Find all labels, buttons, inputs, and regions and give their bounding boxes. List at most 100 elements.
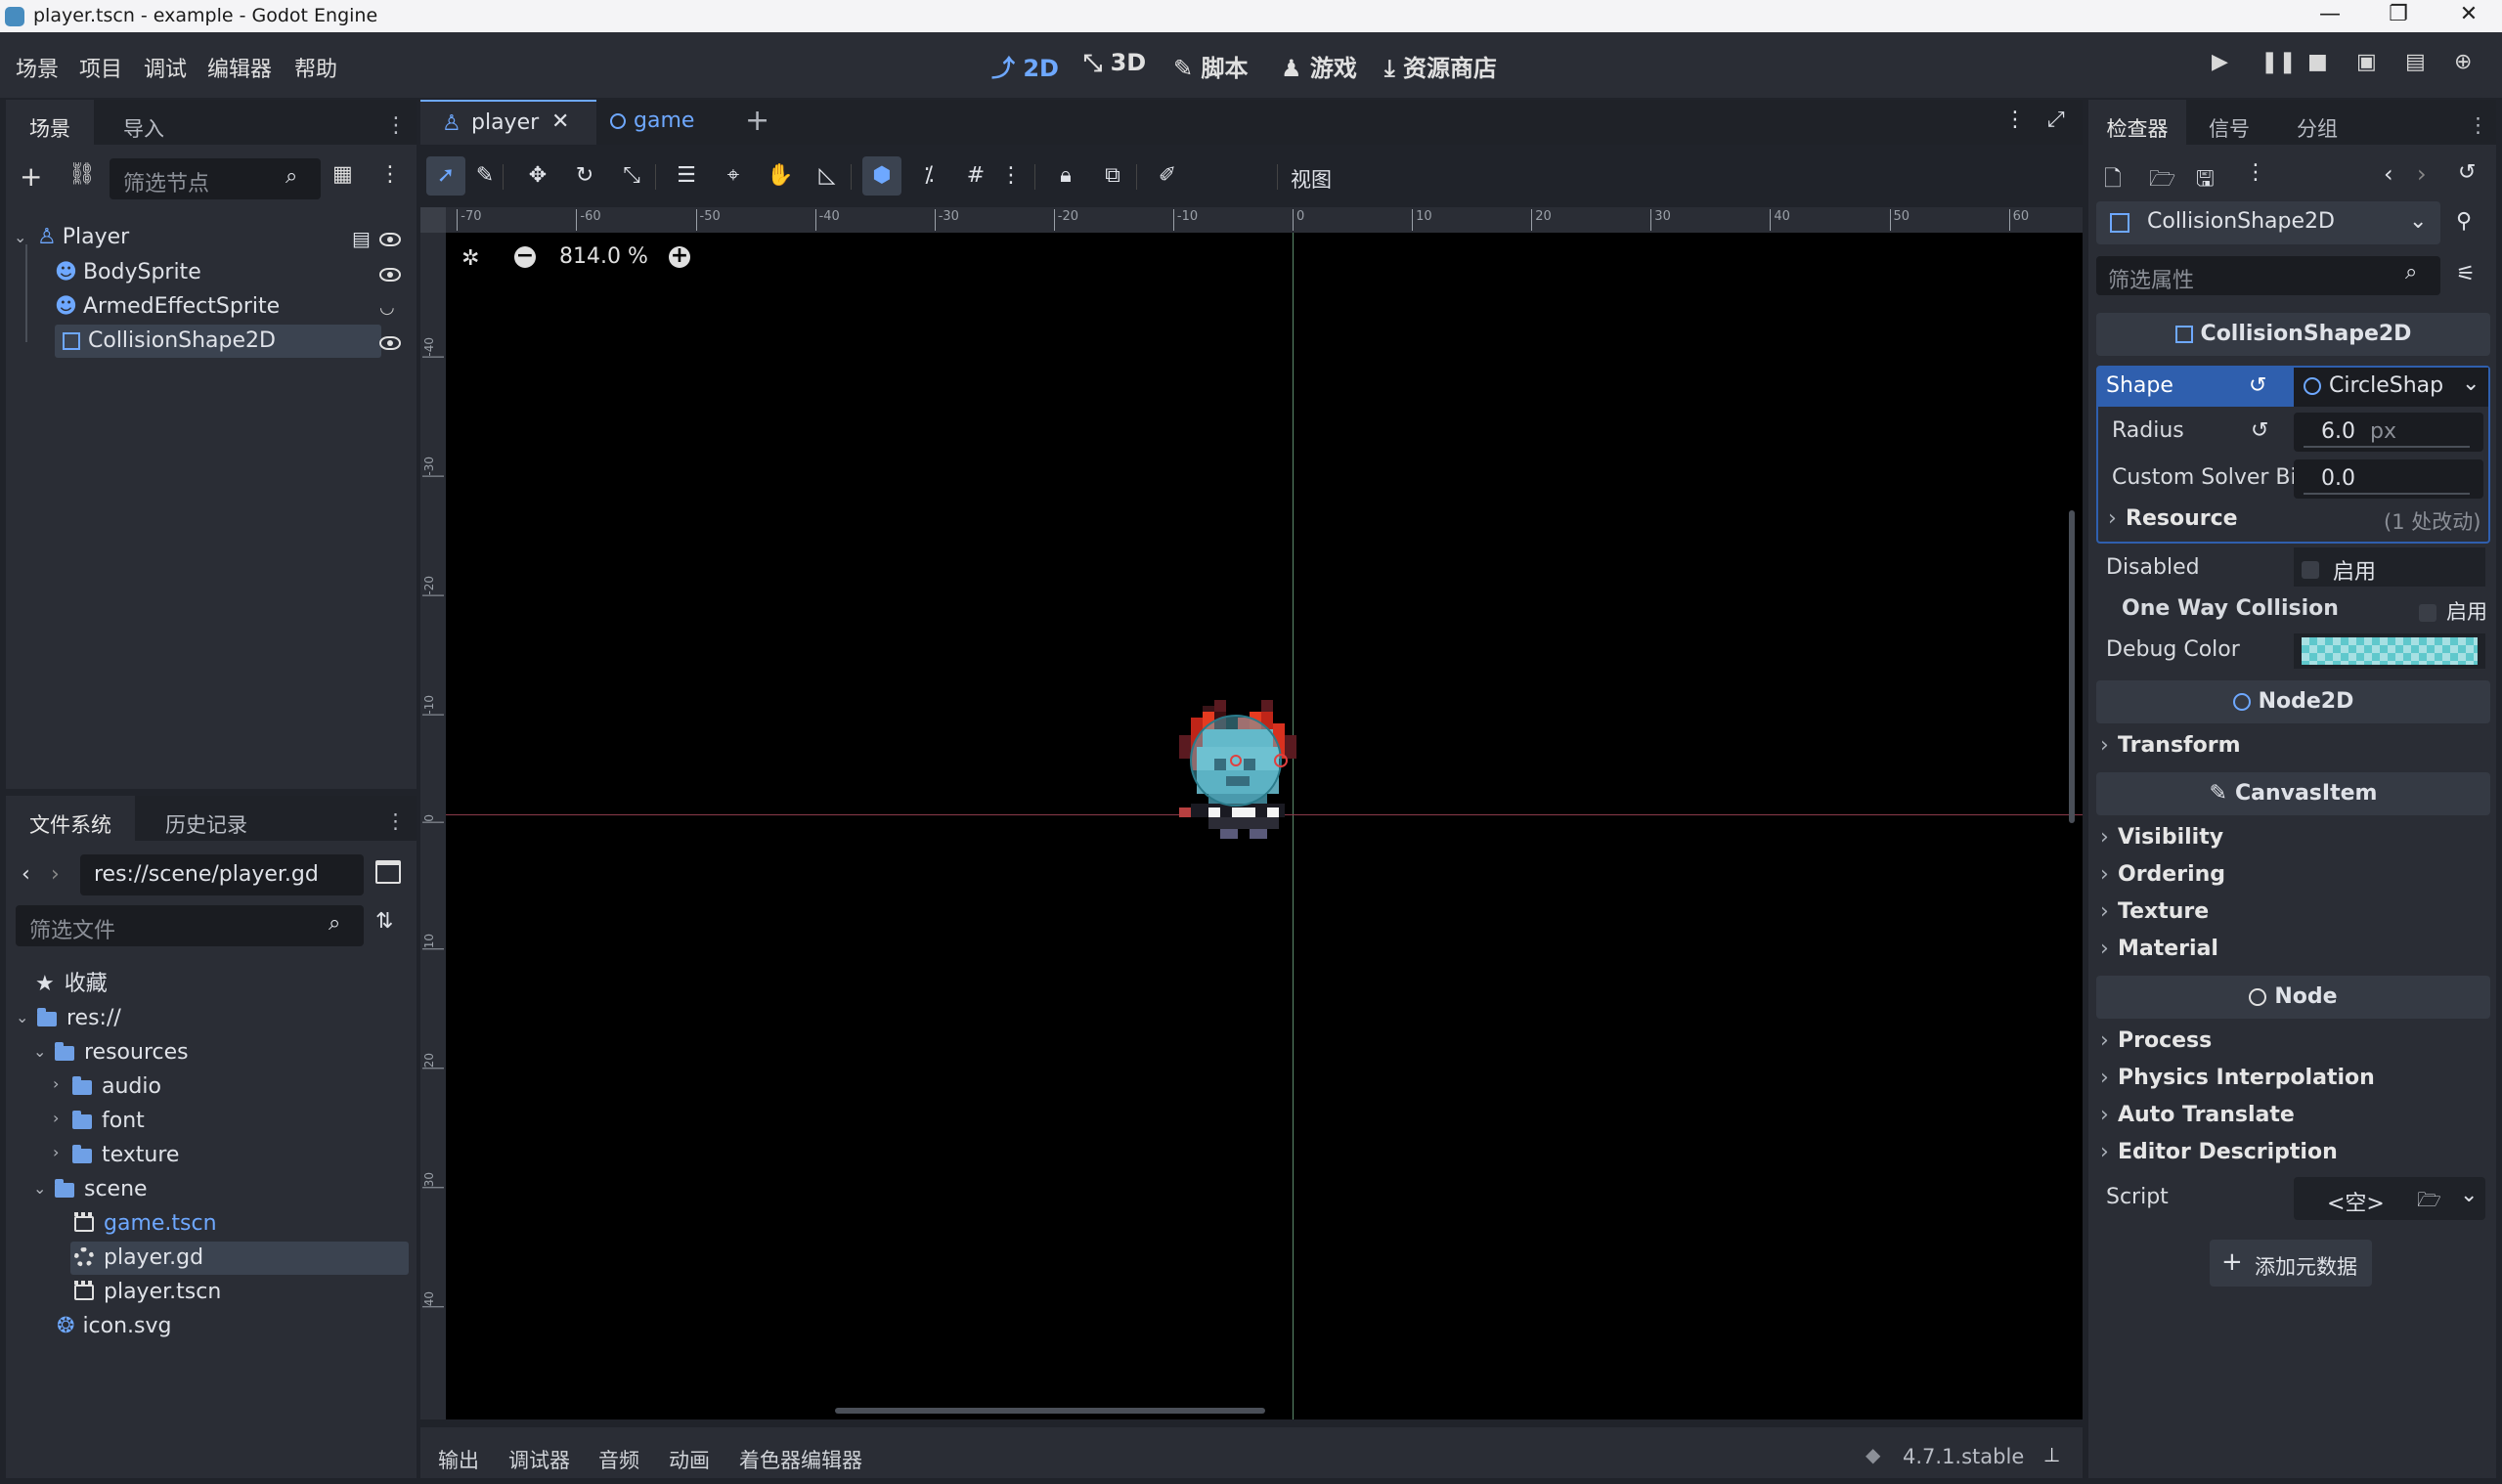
object-history-icon[interactable]: ↺ bbox=[2458, 160, 2476, 185]
chevron-down-icon[interactable]: ⌄ bbox=[33, 1181, 47, 1197]
bottom-tab-output[interactable]: 输出 bbox=[438, 1445, 479, 1474]
scale-tool-icon[interactable]: ⤡ bbox=[612, 156, 651, 196]
tab-scene[interactable]: 场景 bbox=[6, 100, 94, 145]
close-tab-icon[interactable]: ✕ bbox=[551, 109, 569, 134]
move-tool-icon[interactable]: ✥ bbox=[518, 156, 557, 196]
stop-icon[interactable]: ■ bbox=[2307, 50, 2328, 74]
chevron-right-icon[interactable]: › bbox=[53, 1145, 66, 1160]
add-node-icon[interactable]: + bbox=[20, 160, 42, 193]
bottom-tab-animation[interactable]: 动画 bbox=[669, 1445, 710, 1474]
open-folder-icon[interactable]: 🗁︎ bbox=[2149, 162, 2175, 199]
lock-icon[interactable]: 🔒︎ bbox=[1046, 156, 1085, 196]
grid-snap-icon[interactable]: # bbox=[956, 156, 995, 196]
new-resource-icon[interactable]: 🗋︎ bbox=[2104, 162, 2122, 199]
skeleton-bone-icon[interactable]: ✐ bbox=[1148, 156, 1187, 196]
fs-item-favorites[interactable]: ★ 收藏 bbox=[35, 968, 108, 1001]
smart-snap-icon[interactable]: ⬢ bbox=[862, 156, 901, 196]
visibility-eye-icon[interactable] bbox=[379, 268, 401, 282]
visibility-eye-icon[interactable] bbox=[379, 233, 401, 246]
file-filter-input[interactable]: 筛选文件 ⌕ bbox=[16, 905, 364, 946]
zoom-in-icon[interactable]: + bbox=[669, 245, 690, 268]
split-view-icon[interactable] bbox=[375, 860, 401, 884]
revert-icon[interactable]: ↺ bbox=[2251, 418, 2268, 443]
dock-menu-icon[interactable]: ⋮ bbox=[2468, 100, 2488, 145]
menu-project[interactable]: 项目 bbox=[79, 52, 122, 83]
tree-item-bodysprite[interactable]: ☻ BodySprite bbox=[55, 256, 407, 289]
tab-filesystem[interactable]: 文件系统 bbox=[6, 796, 135, 841]
vertical-scrollbar[interactable] bbox=[2069, 510, 2075, 823]
bottom-tab-audio[interactable]: 音频 bbox=[598, 1445, 639, 1474]
maximize-icon[interactable]: ❐ bbox=[2374, 2, 2423, 29]
pan-tool-icon[interactable]: ✋ bbox=[761, 156, 800, 196]
zoom-level[interactable]: 814.0 % bbox=[559, 244, 648, 269]
pause-icon[interactable]: ❚❚ bbox=[2261, 50, 2297, 74]
radius-field[interactable]: 6.0 px bbox=[2294, 413, 2483, 452]
save-icon[interactable]: 🖫︎ bbox=[2196, 162, 2215, 199]
bottom-tab-shader-editor[interactable]: 着色器编辑器 bbox=[739, 1445, 862, 1474]
close-window-icon[interactable]: ✕ bbox=[2444, 2, 2493, 29]
attach-script-icon[interactable]: ▦ bbox=[332, 162, 353, 187]
fs-item-resources[interactable]: resources bbox=[55, 1036, 189, 1069]
workspace-script[interactable]: ✎ 脚本 bbox=[1173, 49, 1248, 83]
chevron-right-icon[interactable]: › bbox=[53, 1076, 66, 1092]
back-icon[interactable]: ‹ bbox=[22, 862, 30, 887]
category-ordering[interactable]: Ordering bbox=[2100, 862, 2225, 887]
history-back-icon[interactable]: ‹ bbox=[2384, 160, 2393, 188]
history-forward-icon[interactable]: › bbox=[2417, 160, 2427, 188]
chevron-down-icon[interactable]: ⌄ bbox=[2460, 1183, 2478, 1207]
menu-debug[interactable]: 调试 bbox=[144, 52, 187, 83]
player-sprite[interactable] bbox=[1173, 696, 1427, 892]
rotate-tool-icon[interactable]: ↻ bbox=[565, 156, 604, 196]
node-docs-icon[interactable]: ⚲ bbox=[2456, 209, 2472, 234]
workspace-assetlib[interactable]: ⤓ 资源商店 bbox=[1384, 49, 1497, 83]
add-tab-icon[interactable]: + bbox=[745, 104, 769, 138]
center-view-icon[interactable]: ✲ bbox=[461, 246, 479, 271]
view-menu-button[interactable]: 视图 bbox=[1291, 164, 1332, 194]
chevron-down-icon[interactable]: ⌄ bbox=[33, 1044, 47, 1060]
filter-options-icon[interactable]: ⚟ bbox=[2456, 262, 2476, 286]
fs-item-texture[interactable]: texture bbox=[72, 1139, 179, 1172]
play-custom-icon[interactable]: ▤ bbox=[2405, 50, 2426, 74]
custom-solver-slider[interactable] bbox=[2304, 493, 2470, 495]
canvas-viewport[interactable]: -70 -60 -50 -40 -30 -20 -10 0 10 20 30 40 50 60 -40 -3… bbox=[420, 207, 2083, 1419]
chevron-right-icon[interactable]: › bbox=[53, 1111, 66, 1126]
zoom-out-icon[interactable]: − bbox=[514, 245, 536, 268]
ruler-tool-icon[interactable]: ◺ bbox=[808, 156, 847, 196]
paint-tool-icon[interactable]: ✎ bbox=[465, 156, 505, 196]
play-icon[interactable]: ▶ bbox=[2212, 50, 2228, 74]
hidden-eye-icon[interactable]: ◡ bbox=[379, 297, 395, 318]
bottom-tab-debugger[interactable]: 调试器 bbox=[508, 1445, 570, 1474]
debug-color-picker[interactable] bbox=[2294, 633, 2485, 669]
menu-help[interactable]: 帮助 bbox=[294, 52, 337, 83]
tree-item-collisionshape2d[interactable]: CollisionShape2D bbox=[55, 325, 381, 358]
tab-import[interactable]: 导入 bbox=[100, 100, 188, 145]
select-tool-icon[interactable]: ➚ bbox=[426, 156, 465, 196]
fs-item-font[interactable]: font bbox=[72, 1105, 145, 1138]
scene-filter-input[interactable]: 筛选节点 ⌕ bbox=[110, 158, 321, 199]
fs-item-player-tscn[interactable]: player.tscn bbox=[74, 1276, 221, 1309]
category-visibility[interactable]: Visibility bbox=[2100, 825, 2223, 850]
movie-maker-icon[interactable]: ⊕ bbox=[2454, 50, 2472, 74]
pivot-tool-icon[interactable]: ⌖ bbox=[714, 156, 753, 196]
category-physics-interpolation[interactable]: Physics Interpolation bbox=[2100, 1066, 2375, 1090]
pin-icon[interactable]: ⊥ bbox=[2043, 1443, 2060, 1466]
snap-options-icon[interactable]: ⁒ bbox=[909, 156, 948, 196]
shape-resource-picker[interactable]: CircleShap ⌄ bbox=[2294, 368, 2488, 407]
node-selector-dropdown[interactable]: CollisionShape2D ⌄ bbox=[2096, 201, 2440, 244]
distraction-free-icon[interactable]: ⤢ bbox=[2047, 108, 2065, 132]
script-attached-icon[interactable]: ▤ bbox=[352, 227, 371, 250]
category-texture[interactable]: Texture bbox=[2100, 899, 2209, 924]
script-picker[interactable]: <空> 🗁︎ ⌄ bbox=[2294, 1177, 2485, 1220]
dock-menu-icon[interactable]: ⋮ bbox=[385, 796, 406, 841]
tab-player[interactable]: ♙ player ✕ bbox=[420, 100, 596, 145]
one-way-checkbox[interactable]: 启用 bbox=[2415, 592, 2493, 626]
add-metadata-button[interactable]: + 添加元数据 bbox=[2210, 1240, 2372, 1287]
category-transform[interactable]: Transform bbox=[2100, 733, 2241, 758]
revert-icon[interactable]: ↺ bbox=[2249, 373, 2266, 398]
category-editor-description[interactable]: Editor Description bbox=[2100, 1140, 2338, 1164]
snap-menu-icon[interactable]: ⋮ bbox=[991, 156, 1031, 196]
shape-property-row[interactable]: Shape ↺ bbox=[2098, 368, 2294, 407]
workspace-game[interactable]: ♟ 游戏 bbox=[1281, 49, 1357, 83]
tab-signals[interactable]: 信号 bbox=[2190, 100, 2268, 145]
group-icon[interactable]: ⧉ bbox=[1093, 156, 1132, 196]
